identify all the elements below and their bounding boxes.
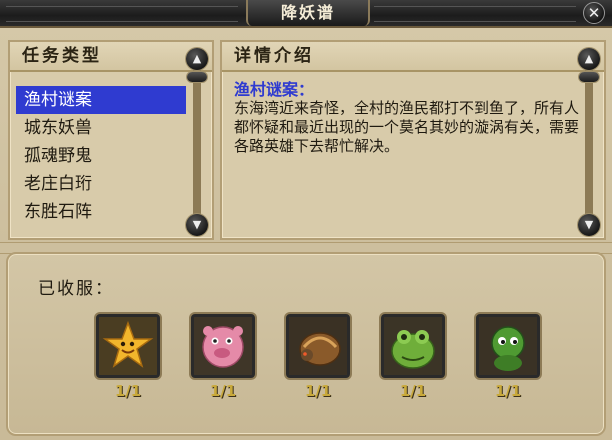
green-ghost-monster-icon: [479, 317, 537, 375]
task-item-lonely-ghost[interactable]: 孤魂野鬼: [16, 142, 186, 170]
title-bar[interactable]: 降妖谱 ✕: [0, 0, 612, 28]
brown-shell-monster-icon: [289, 317, 347, 375]
monster-slot-2[interactable]: 1/1: [191, 314, 255, 400]
close-icon: ✕: [587, 4, 601, 22]
monster-slot-3[interactable]: 1/1: [286, 314, 350, 400]
detail-header: 详情介绍: [222, 42, 604, 72]
monster-portrait-frame: [381, 314, 445, 378]
detail-text: 渔村谜案： 东海湾近来奇怪，全村的渔民都打不到鱼了，所有人都怀疑和最近出现的一个…: [234, 80, 584, 156]
arrow-down-icon: ▼: [192, 218, 202, 231]
monster-count: 1/1: [114, 382, 142, 400]
monster-slot-5[interactable]: 1/1: [476, 314, 540, 400]
scroll-down-button[interactable]: ▼: [578, 214, 600, 236]
detail-body: 东海湾近来奇怪，全村的渔民都打不到鱼了，所有人都怀疑和最近出现的一个莫名其妙的漩…: [234, 99, 580, 155]
monster-count: 1/1: [494, 382, 522, 400]
monster-portrait-frame: [286, 314, 350, 378]
task-item-dongsheng-stones[interactable]: 东胜石阵: [16, 198, 186, 226]
collected-label: 已收服：: [38, 279, 114, 299]
scroll-up-button[interactable]: ▲: [578, 48, 600, 70]
window-title: 降妖谱: [246, 0, 370, 26]
task-type-header: 任务类型: [10, 42, 212, 72]
monster-portrait-frame: [476, 314, 540, 378]
title-bar-ornament: [6, 6, 238, 22]
monster-portrait-frame: [96, 314, 160, 378]
pink-pig-monster-icon: [194, 317, 252, 375]
monster-count: 1/1: [399, 382, 427, 400]
task-item-fishing-village[interactable]: 渔村谜案: [16, 86, 186, 114]
monster-count: 1/1: [304, 382, 332, 400]
detail-panel: 详情介绍 渔村谜案： 东海湾近来奇怪，全村的渔民都打不到鱼了，所有人都怀疑和最近…: [220, 40, 606, 240]
collected-panel: 已收服： 1/1 1/1 1/1 1/1 1/1: [6, 252, 606, 436]
task-type-panel: 任务类型 渔村谜案 城东妖兽 孤魂野鬼 老庄白珩 东胜石阵 ▲ ▼: [8, 40, 214, 240]
task-item-old-manor[interactable]: 老庄白珩: [16, 170, 186, 198]
arrow-down-icon: ▼: [584, 218, 594, 231]
scroll-thumb[interactable]: [187, 72, 207, 82]
demon-register-window: 降妖谱 ✕ 任务类型 渔村谜案 城东妖兽 孤魂野鬼 老庄白珩 东胜石阵 ▲ ▼ …: [0, 0, 612, 440]
yellow-star-monster-icon: [99, 317, 157, 375]
monster-slot-1[interactable]: 1/1: [96, 314, 160, 400]
task-item-east-city-beast[interactable]: 城东妖兽: [16, 114, 186, 142]
green-frog-monster-icon: [384, 317, 442, 375]
scroll-track: [585, 60, 593, 224]
task-list: 渔村谜案 城东妖兽 孤魂野鬼 老庄白珩 东胜石阵: [16, 86, 186, 226]
task-list-scrollbar[interactable]: ▲ ▼: [186, 46, 208, 236]
monster-portrait-frame: [191, 314, 255, 378]
monster-count: 1/1: [209, 382, 237, 400]
arrow-up-icon: ▲: [584, 52, 594, 65]
monster-slot-4[interactable]: 1/1: [381, 314, 445, 400]
detail-scrollbar[interactable]: ▲ ▼: [578, 46, 600, 236]
scroll-track: [193, 60, 201, 224]
arrow-up-icon: ▲: [192, 52, 202, 65]
scroll-down-button[interactable]: ▼: [186, 214, 208, 236]
scroll-up-button[interactable]: ▲: [186, 48, 208, 70]
title-bar-ornament: [374, 6, 576, 22]
detail-title: 渔村谜案：: [234, 80, 315, 99]
scroll-thumb[interactable]: [579, 72, 599, 82]
close-button[interactable]: ✕: [583, 2, 605, 24]
